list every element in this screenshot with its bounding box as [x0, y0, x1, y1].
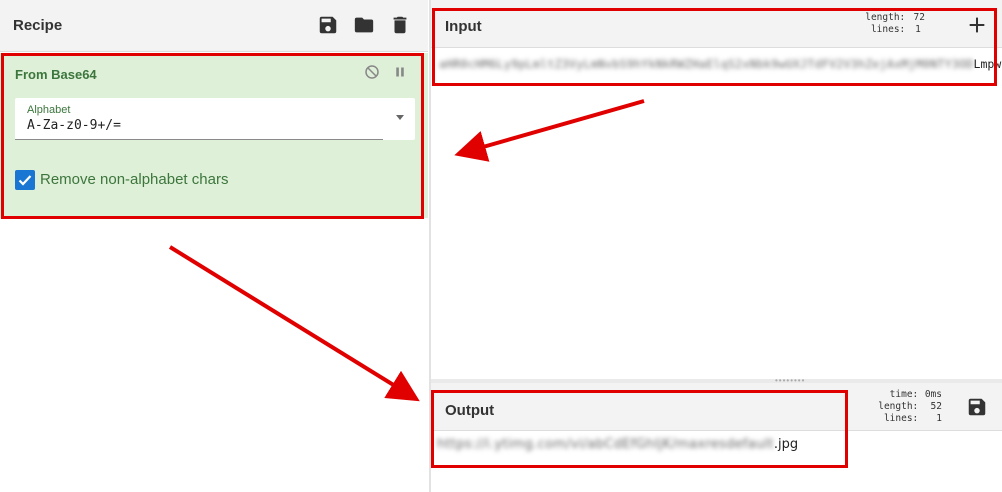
input-textarea[interactable]: aHR0cHM6Ly9pLmltZ3VyLmNvbS9hYkNkRWZHaElq… — [431, 49, 1002, 379]
annotation-box-input — [432, 8, 997, 86]
recipe-title: Recipe — [13, 17, 63, 34]
annotation-box-operation — [1, 53, 424, 219]
output-stats: time: 0ms length: 52 lines: 1 — [868, 389, 942, 425]
output-lines-value: 1 — [936, 413, 942, 424]
save-output-icon[interactable] — [966, 396, 988, 418]
annotation-box-output — [431, 390, 848, 468]
save-icon[interactable] — [317, 14, 339, 36]
output-time-value: 0ms — [924, 389, 942, 400]
recipe-header: Recipe — [0, 0, 428, 52]
output-lines-key: lines: — [883, 413, 919, 424]
output-length-key: length: — [878, 401, 919, 412]
output-length-value: 52 — [930, 401, 942, 412]
folder-icon[interactable] — [353, 14, 375, 36]
output-time-key: time: — [889, 389, 919, 400]
trash-icon[interactable] — [389, 14, 411, 36]
